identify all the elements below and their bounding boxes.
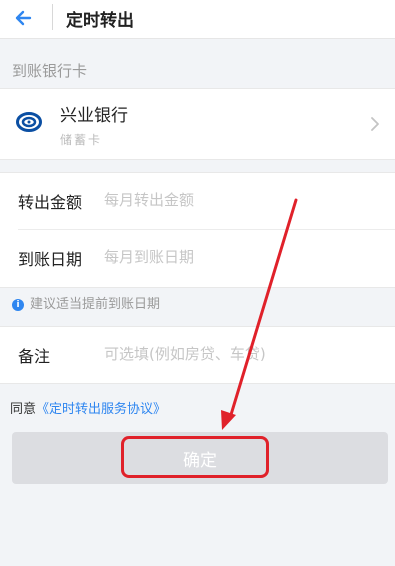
date-label: 到账日期: [18, 250, 83, 269]
tip-text: 建议适当提前到账日期: [30, 297, 161, 312]
note-field-row: 备注: [0, 327, 395, 383]
note-row: 备注: [0, 326, 395, 384]
confirm-button[interactable]: 确定: [12, 432, 388, 484]
agreement-prefix: 同意: [10, 402, 37, 417]
header-divider: [52, 4, 53, 30]
transfer-form: 转出金额 到账日期: [0, 172, 395, 288]
bank-card-selector[interactable]: 兴业银行 储蓄卡: [0, 88, 395, 160]
page-title: 定时转出: [66, 11, 134, 31]
amount-row: 转出金额: [0, 173, 395, 230]
date-row: 到账日期: [0, 230, 395, 286]
amount-label: 转出金额: [18, 193, 83, 212]
note-label: 备注: [18, 347, 51, 366]
note-input[interactable]: [104, 341, 374, 367]
chevron-right-icon: [371, 117, 379, 131]
amount-input[interactable]: [104, 187, 374, 213]
bank-name: 兴业银行: [60, 106, 128, 126]
date-input[interactable]: [104, 244, 374, 270]
info-icon: i: [12, 299, 24, 311]
tip-text-row: i 建议适当提前到账日期: [12, 293, 160, 312]
agreement-link[interactable]: 《定时转出服务协议》: [36, 402, 166, 417]
back-arrow-icon[interactable]: [10, 4, 38, 32]
bank-card-type: 储蓄卡: [60, 133, 103, 147]
bank-section-label: 到账银行卡: [12, 62, 88, 80]
cib-bank-logo-icon: [16, 112, 42, 132]
top-bar: 定时转出: [0, 0, 395, 39]
agreement-row: 同意《定时转出服务协议》: [10, 398, 166, 417]
